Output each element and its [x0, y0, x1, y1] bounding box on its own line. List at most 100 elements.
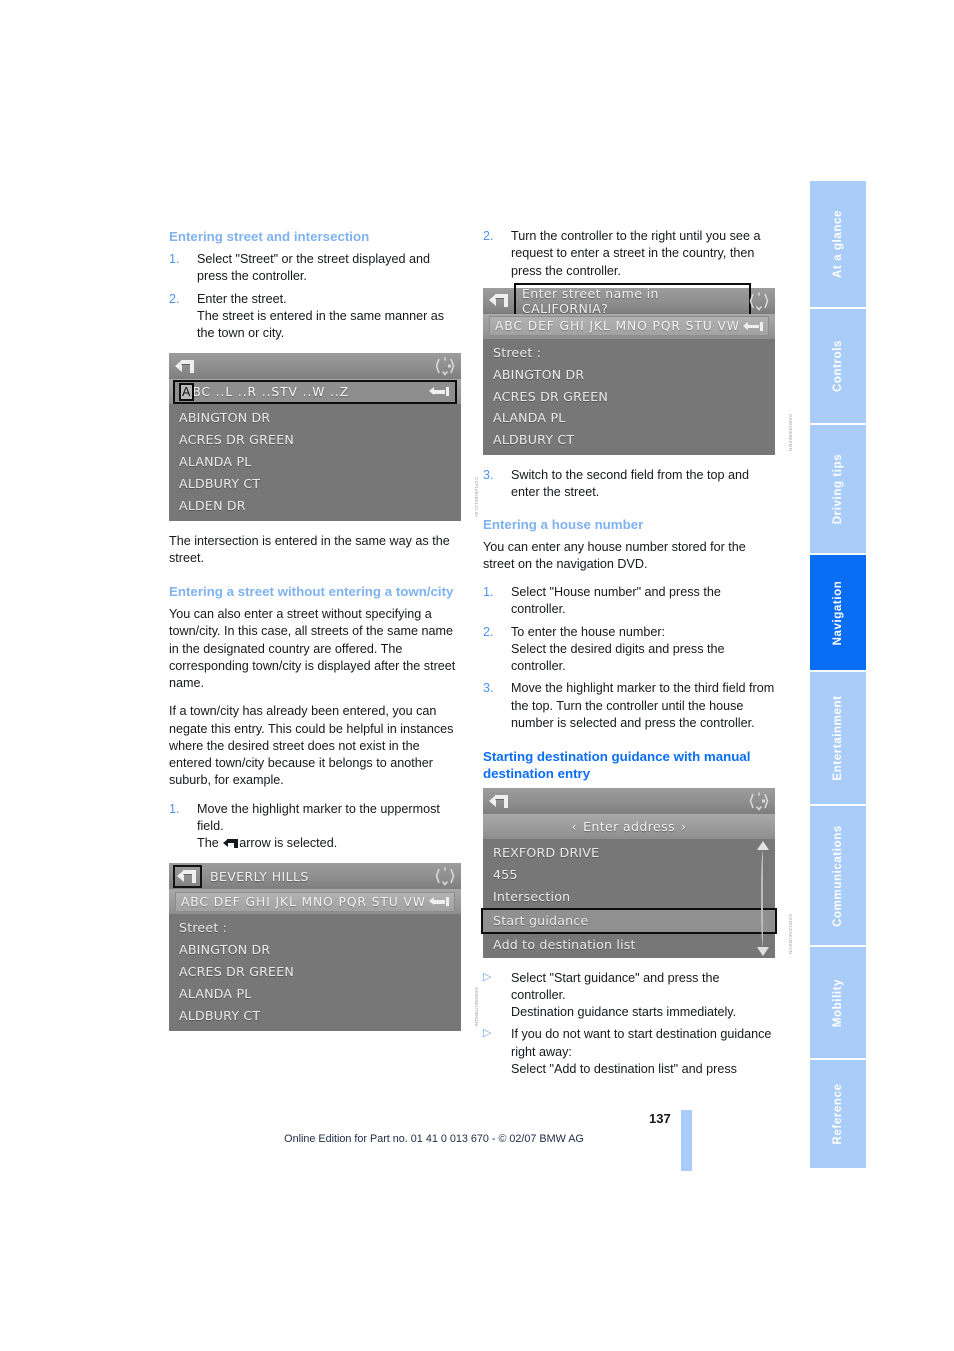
list-item: 1. Move the highlight marker to the uppe… [169, 801, 461, 853]
heading-street-without-town: Entering a street without entering a tow… [169, 584, 454, 600]
list-item[interactable]: ALANDA PL [483, 407, 775, 429]
list-item[interactable]: ALDBURY CT [169, 1005, 461, 1027]
list-item-add-to-destination-list[interactable]: Add to destination list [483, 934, 775, 956]
letter-selection-field[interactable]: ABC DEF GHI JKL MNO PQR STU VW [489, 316, 769, 337]
bullet-subtext: Destination guidance starts immediately. [511, 1005, 737, 1020]
list-item[interactable]: ALANDA PL [169, 451, 461, 473]
back-arrow-icon[interactable] [489, 294, 508, 308]
right-content-column: 2. Turn the controller to the right unti… [481, 228, 793, 1089]
list-item[interactable]: ACRES DR GREEN [169, 961, 461, 983]
nav-display-title: Enter address [583, 819, 675, 835]
step-marker: 1. [483, 585, 494, 600]
step-marker: 1. [169, 801, 180, 816]
step-arrow-sentence: The arrow is selected. [197, 835, 461, 852]
list-item[interactable]: ALDBURY CT [483, 429, 775, 451]
bullets-start-guidance: ▷ Select "Start guidance" and press the … [483, 970, 775, 1079]
heading-starting-destination-guidance: Starting destination guidance with manua… [483, 749, 751, 782]
steps-house-number: 1. Select "House number" and press the c… [483, 584, 775, 732]
list-item[interactable]: ALANDA PL [169, 983, 461, 1005]
steps-negate-town: 1. Move the highlight marker to the uppe… [169, 801, 461, 853]
figure-reference-code: GKW1ZAEU0GVN [788, 913, 793, 954]
triangle-bullet-icon: ▷ [483, 970, 492, 983]
enter-key-icon[interactable] [429, 896, 449, 907]
scroll-down-arrow-icon[interactable] [757, 946, 769, 956]
list-item-intersection[interactable]: Intersection [483, 886, 775, 908]
sidebar-tab-communications[interactable]: Communications [810, 806, 866, 947]
list-item[interactable]: ACRES DR GREEN [483, 386, 775, 408]
step-marker: 1. [169, 252, 180, 267]
paragraph-negate-entry: If a town/city has already been entered,… [169, 704, 454, 788]
letter-selection-field[interactable]: ABC DEF GHI JKL MNO PQR STU VW [175, 891, 455, 912]
sidebar-tab-label: Reference [832, 1083, 844, 1145]
address-title-prev-arrow[interactable]: ‹ [572, 819, 577, 834]
list-item[interactable]: ABINGTON DR [169, 407, 461, 429]
list-item-start-guidance[interactable]: Start guidance [481, 907, 777, 934]
sidebar-tab-driving-tips[interactable]: Driving tips [810, 425, 866, 555]
list-item-label: Street : [179, 920, 228, 936]
list-item: 2. Enter the street. The street is enter… [169, 291, 461, 343]
selected-letter[interactable]: A [178, 382, 195, 401]
nav-display-title[interactable]: Enter street name in CALIFORNIA? [514, 282, 751, 319]
heading-entering-street-and-intersection: Entering street and intersection [169, 229, 370, 244]
list-item-label: Street : [493, 344, 542, 360]
nav-display-topbar [169, 353, 461, 380]
list-item: ▷ Select "Start guidance" and press the … [483, 970, 775, 1022]
step-text: Switch to the second field from the top … [511, 468, 750, 500]
nav-display-title: BEVERLY HILLS [210, 868, 309, 884]
enter-key-icon[interactable] [743, 321, 763, 332]
step-marker: 2. [483, 229, 494, 243]
figure-beverly-hills-display: BEVERLY HILLS ABC DEF GHI JKL MNO PQR ST… [169, 863, 479, 1031]
nav-display-letter-row: ABC ..L ..R ..STV ..W ..Z [169, 379, 461, 405]
sidebar-tab-controls[interactable]: Controls [810, 309, 866, 425]
sidebar-tab-at-a-glance[interactable]: At a glance [810, 181, 866, 309]
letter-row-text: ABC ..L ..R ..STV ..W ..Z [178, 382, 350, 401]
sidebar-tab-label: Driving tips [832, 453, 844, 525]
address-entry-list: REXFORD DRIVE 455 Intersection Start gui… [481, 839, 777, 958]
sidebar-tab-entertainment[interactable]: Entertainment [810, 672, 866, 806]
list-item: 3. Move the highlight marker to the thir… [483, 680, 775, 732]
enter-key-icon[interactable] [429, 386, 449, 397]
controller-icon [435, 356, 455, 377]
back-arrow-icon[interactable] [175, 359, 194, 373]
sidebar-tab-label: Entertainment [832, 695, 844, 781]
step-text: Move the highlight marker to the third f… [511, 681, 775, 730]
controller-icon [435, 866, 455, 887]
list-item[interactable]: ALDBURY CT [169, 473, 461, 495]
step-text: Select "House number" and press the cont… [511, 585, 721, 617]
street-results-list: Street : ABINGTON DR ACRES DR GREEN ALAN… [169, 914, 461, 1031]
step-subtext: The street is entered in the same manner… [197, 308, 445, 341]
left-content-column: Entering street and intersection 1. Sele… [169, 228, 479, 1043]
list-item[interactable]: ALDEN DR [169, 495, 461, 517]
sidebar-tab-navigation[interactable]: Navigation [810, 555, 866, 672]
address-title-next-arrow[interactable]: › [681, 819, 686, 834]
controller-icon [749, 291, 769, 311]
nav-display-title-row: ‹ Enter address › [483, 814, 775, 840]
bullet-subtext: Select "Add to destination list" and pre… [511, 1061, 737, 1076]
sidebar-tab-label: Communications [832, 824, 844, 927]
list-item: 2. Turn the controller to the right unti… [483, 228, 775, 280]
footer-copyright: Online Edition for Part no. 01 41 0 013 … [284, 1133, 584, 1145]
scroll-up-arrow-icon[interactable] [757, 841, 769, 851]
manual-page: At a glance Controls Driving tips Naviga… [0, 0, 954, 1351]
step-marker: 2. [483, 624, 494, 639]
letter-row-text: ABC DEF GHI JKL MNO PQR STU VW [181, 894, 426, 909]
list-item-house-number[interactable]: 455 [483, 864, 775, 886]
sidebar-tab-reference[interactable]: Reference [810, 1060, 866, 1170]
back-arrow-icon[interactable] [173, 864, 202, 888]
arrow-sentence-suffix: arrow is selected. [239, 836, 338, 851]
street-results-list: ABINGTON DR ACRES DR GREEN ALANDA PL ALD… [169, 404, 461, 521]
sidebar-tab-label: Controls [832, 339, 844, 393]
list-item[interactable]: ABINGTON DR [483, 364, 775, 386]
list-item-street[interactable]: REXFORD DRIVE [483, 842, 775, 864]
paragraph-intersection-note: The intersection is entered in the same … [169, 533, 450, 565]
heading-entering-house-number: Entering a house number [483, 516, 644, 532]
list-item[interactable]: ACRES DR GREEN [169, 429, 461, 451]
scrollbar[interactable] [757, 841, 769, 956]
sidebar-tab-label: Mobility [832, 978, 844, 1027]
list-item[interactable]: ABINGTON DR [169, 939, 461, 961]
letter-selection-field[interactable]: ABC ..L ..R ..STV ..W ..Z [173, 379, 457, 404]
remaining-letters: BC ..L ..R ..STV ..W ..Z [192, 384, 350, 399]
sidebar-tab-mobility[interactable]: Mobility [810, 947, 866, 1060]
letter-row-text: ABC DEF GHI JKL MNO PQR STU VW [495, 319, 740, 334]
back-arrow-icon[interactable] [489, 794, 508, 808]
